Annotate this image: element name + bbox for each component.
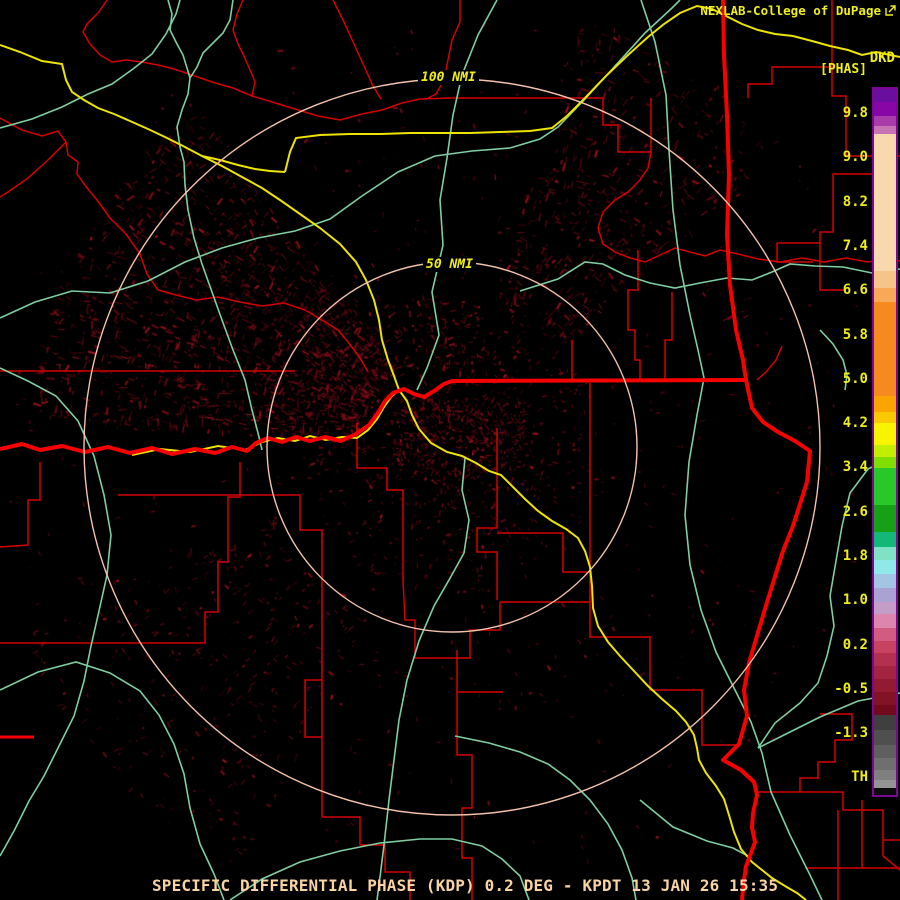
colorbar-segment [874, 457, 896, 468]
colorbar-segment [874, 445, 896, 457]
colorbar-segment [874, 730, 896, 745]
range-rings [83, 78, 821, 816]
colorbar-segment [874, 653, 896, 666]
radar-viewer: 100 NMI 50 NMI NEXLAB-College of DuPage … [0, 0, 900, 900]
colorbar-tick: 3.4 [842, 459, 868, 476]
colorbar-segment [874, 641, 896, 653]
colorbar-segment [874, 102, 896, 116]
colorbar-threshold-label: TH [851, 769, 868, 785]
colorbar-tick: -0.5 [834, 680, 868, 697]
colorbar-segment [874, 770, 896, 780]
colorbar-segment [874, 532, 896, 547]
range-ring-100nmi [83, 78, 821, 816]
colorbar-segment [874, 705, 896, 715]
state-borders [0, 0, 812, 900]
range-ring-label-100: 100 NMI [418, 70, 479, 85]
colorbar-tick: 0.2 [842, 636, 868, 653]
colorbar-tick: 4.2 [842, 415, 868, 432]
colorbar-segment [874, 396, 896, 412]
colorbar-segment [874, 788, 896, 795]
colorbar-tick: 5.0 [842, 370, 868, 387]
colorbar-segment [874, 423, 896, 445]
colorbar-tick: 5.8 [842, 326, 868, 343]
colorbar-segment [874, 116, 896, 126]
colorbar-segment [874, 134, 896, 271]
colorbar-segment [874, 666, 896, 679]
colorbar-tick: 9.0 [842, 149, 868, 166]
colorbar-tick: -1.3 [834, 725, 868, 742]
colorbar-tick: 6.6 [842, 282, 868, 299]
colorbar-tick: 2.6 [842, 503, 868, 520]
footer-product-title: SPECIFIC DIFFERENTIAL PHASE (KDP) 0.2 DE… [152, 876, 779, 895]
colorbar-segment [874, 745, 896, 758]
product-code: DKD [869, 50, 895, 66]
colorbar-segment [874, 288, 896, 302]
colorbar-tick: 9.8 [842, 105, 868, 121]
colorbar-segment [874, 780, 896, 788]
units-label: [PHAS] [820, 62, 867, 77]
colorbar-segment [874, 560, 896, 574]
colorbar-segment [874, 412, 896, 423]
colorbar-segment [874, 574, 896, 588]
colorbar [872, 87, 898, 797]
colorbar-segment [874, 602, 896, 614]
colorbar-tick: 1.8 [842, 548, 868, 564]
colorbar-segment [874, 547, 896, 560]
colorbar-segment [874, 588, 896, 602]
colorbar-segment [874, 628, 896, 641]
range-ring-label-50: 50 NMI [423, 257, 476, 272]
colorbar-segment [874, 692, 896, 705]
colorbar-segment [874, 758, 896, 770]
colorbar-segment [874, 679, 896, 692]
colorbar-segment [874, 126, 896, 134]
colorbar-segment [874, 715, 896, 730]
colorbar-segment [874, 271, 896, 288]
colorbar-segment [874, 614, 896, 628]
colorbar-segment [874, 302, 896, 396]
external-link-icon [885, 5, 896, 16]
colorbar-tick: 8.2 [842, 193, 868, 210]
map-svg [0, 0, 900, 900]
colorbar-segment [874, 468, 896, 505]
brand-label: NEXLAB-College of DuPage [700, 3, 881, 18]
colorbar-segment [874, 505, 896, 532]
brand-link[interactable]: NEXLAB-College of DuPage [700, 3, 896, 18]
colorbar-tick: 7.4 [842, 237, 868, 254]
colorbar-segment [874, 89, 896, 102]
colorbar-tick: 1.0 [842, 592, 868, 609]
